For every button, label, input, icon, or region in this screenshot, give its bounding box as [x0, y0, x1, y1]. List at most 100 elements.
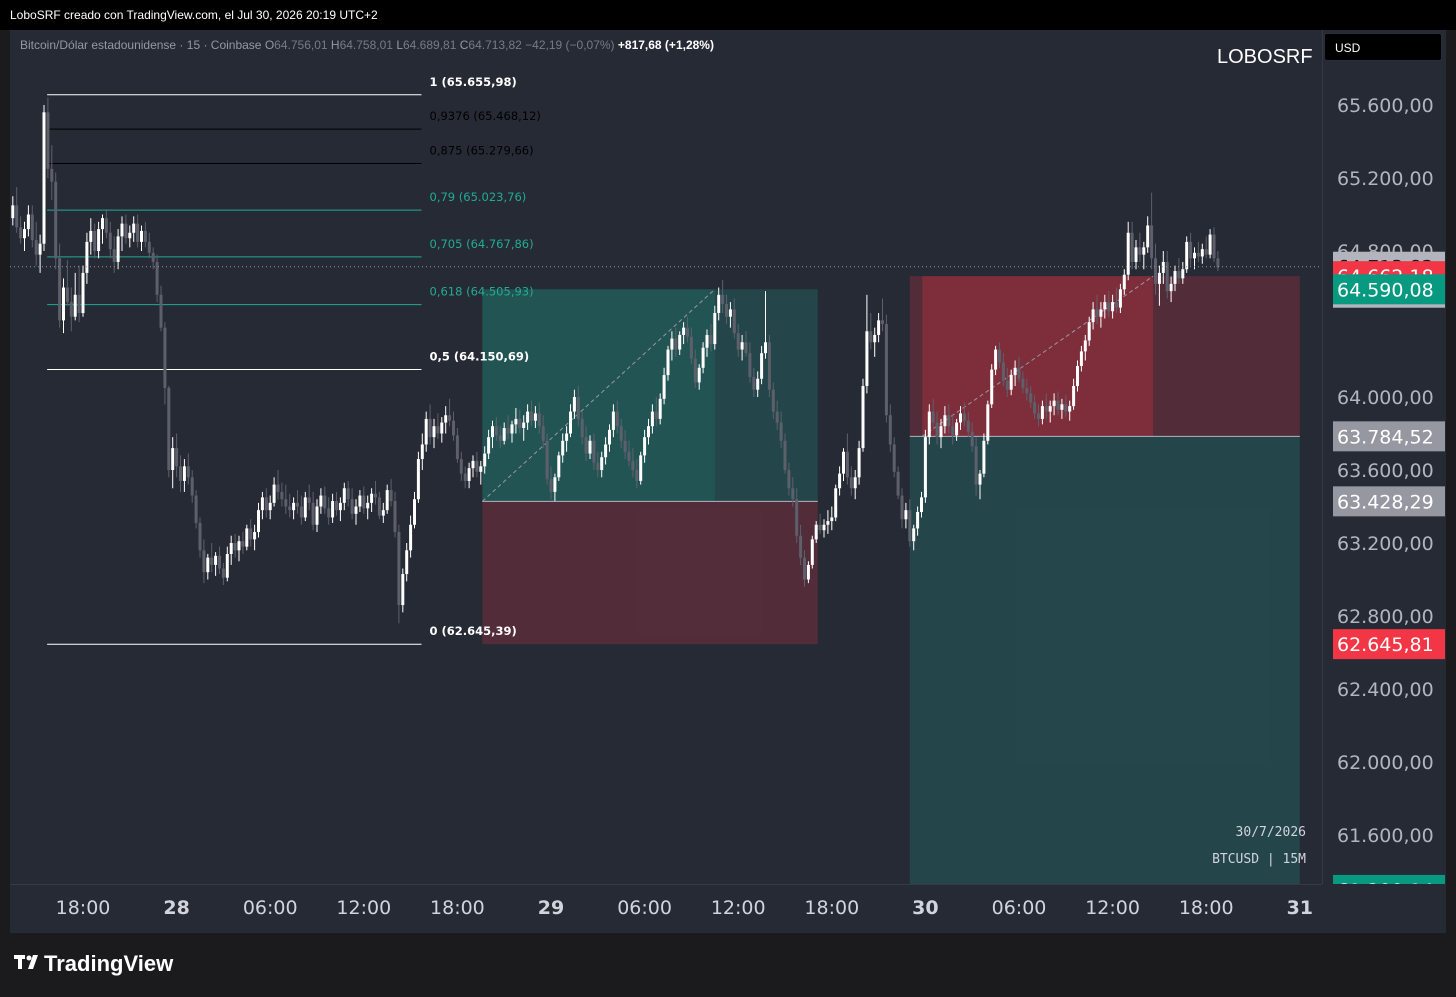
candle-body	[923, 437, 927, 498]
candle	[85, 232, 89, 284]
candle-body	[721, 294, 725, 304]
candle-body	[198, 522, 202, 551]
candle-body	[1068, 406, 1072, 412]
candle	[38, 234, 42, 273]
candle	[155, 254, 159, 303]
candle	[202, 539, 206, 584]
price-axis[interactable]: 65.600,0065.200,0064.800,0064.000,0063.6…	[1322, 30, 1446, 884]
candle-body	[533, 413, 537, 421]
candle	[132, 216, 136, 242]
candle-body	[26, 214, 30, 230]
candle-body	[1142, 247, 1146, 255]
candle-body	[132, 223, 136, 233]
candle	[374, 480, 377, 505]
candle-body	[838, 473, 842, 489]
candle	[986, 400, 990, 445]
candle	[444, 406, 448, 434]
candle-body	[284, 499, 288, 507]
candle	[30, 205, 34, 248]
candle-body	[537, 413, 541, 427]
time-axis[interactable]: 18:00 28 06:00 12:00 18:00 29 06:00 12:00 18:00 3…	[10, 884, 1322, 933]
candle	[307, 484, 311, 511]
candle-body	[1013, 367, 1017, 376]
candle-body	[143, 230, 147, 242]
tradingview-logo-icon	[14, 951, 44, 977]
candle	[108, 221, 112, 259]
candle-body	[362, 495, 366, 509]
candle-body	[342, 488, 346, 503]
candle-body	[580, 418, 584, 438]
candle	[147, 232, 151, 259]
candle	[284, 484, 288, 514]
candle	[830, 506, 834, 531]
candle-body	[350, 499, 354, 514]
candle-body	[280, 491, 284, 500]
candle-body	[541, 426, 545, 441]
candle-body	[877, 320, 881, 335]
candle	[869, 313, 873, 350]
candle	[545, 433, 549, 485]
x-tick-label: 06:00	[992, 897, 1047, 919]
currency-button[interactable]: USD	[1324, 33, 1442, 61]
fib-level-label-0,5: 0,5 (64.150,69)	[430, 349, 530, 363]
candle	[452, 411, 455, 441]
candle-body	[1177, 271, 1181, 279]
x-tick-label: 12:00	[1085, 897, 1140, 919]
candle	[175, 433, 179, 478]
candle-body	[452, 420, 455, 436]
candle	[151, 247, 155, 270]
candle-body	[58, 258, 62, 321]
candle-body	[647, 426, 650, 438]
candle-body	[97, 229, 101, 251]
candle	[1204, 236, 1208, 259]
legend-open: 64.756,01	[274, 38, 328, 52]
candle-body	[588, 440, 592, 454]
legend-high: 64.758,01	[339, 38, 393, 52]
price-plot[interactable]: 1 (65.655,98) 0,9376 (65.468,12) 0,875 (65…	[10, 30, 1322, 884]
candle	[1200, 243, 1204, 264]
candle	[845, 433, 849, 485]
candle-body	[249, 528, 253, 540]
candle-body	[377, 497, 381, 516]
candle-body	[662, 375, 666, 399]
y-tick-label: 61.600,00	[1337, 825, 1434, 847]
x-tick-label: 18:00	[430, 897, 485, 919]
candle	[124, 214, 128, 244]
candle-body	[514, 418, 518, 425]
x-tick-label: 18:00	[56, 897, 111, 919]
candle	[857, 440, 861, 485]
candle	[335, 491, 338, 516]
candle	[97, 221, 101, 259]
candle-body	[175, 448, 179, 467]
candle-body	[502, 428, 506, 441]
candle-body	[276, 484, 280, 492]
candle-body	[760, 353, 764, 379]
y-tick-label: 65.200,00	[1337, 168, 1434, 190]
candle	[89, 218, 93, 255]
y-tick-label: 63.600,00	[1337, 460, 1434, 482]
candle-body	[483, 453, 487, 467]
candle-body	[1138, 247, 1142, 255]
candle-body	[951, 426, 955, 436]
candle	[881, 298, 884, 332]
candle	[260, 491, 264, 520]
fib-level-label-1: 1 (65.655,98)	[430, 75, 517, 89]
candle-body	[93, 230, 97, 251]
candle-body	[600, 457, 604, 470]
candle-body	[385, 490, 389, 511]
candle-body	[210, 557, 214, 565]
axis-corner	[1322, 884, 1446, 933]
candle	[467, 462, 471, 489]
candle-body	[631, 460, 635, 470]
candle-body	[159, 294, 163, 328]
y-tick-label: 62.800,00	[1337, 606, 1434, 628]
candle-body	[1204, 249, 1208, 255]
candle-body	[830, 517, 834, 522]
candle-body	[608, 429, 611, 445]
candle	[463, 466, 467, 489]
candle-body	[1134, 247, 1138, 262]
candle-body	[986, 404, 990, 441]
candle-body	[459, 459, 463, 474]
candle-body	[834, 488, 838, 518]
candle	[245, 524, 249, 551]
